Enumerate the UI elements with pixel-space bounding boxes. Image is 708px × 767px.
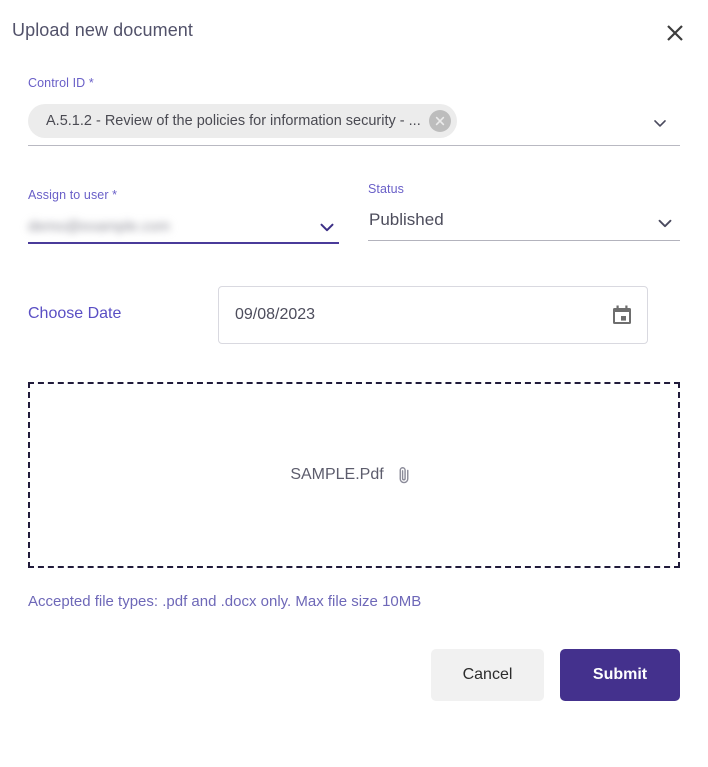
dialog-footer: Cancel Submit — [431, 649, 680, 701]
date-value: 09/08/2023 — [235, 306, 316, 323]
submit-button[interactable]: Submit — [560, 649, 680, 701]
upload-document-dialog: Upload new document Control ID * A.5.1.2… — [0, 0, 708, 767]
choose-date-label: Choose Date — [28, 305, 122, 322]
file-dropzone[interactable]: SAMPLE.Pdf — [28, 382, 680, 568]
status-value: Published — [369, 210, 444, 229]
control-id-chevron-down-icon[interactable] — [648, 111, 672, 135]
status-field: Status Published — [368, 182, 680, 241]
page-title: Upload new document — [12, 20, 194, 40]
status-select[interactable]: Published — [368, 210, 680, 241]
file-type-hint: Accepted file types: .pdf and .docx only… — [28, 593, 422, 610]
circle-close-icon[interactable] — [428, 110, 451, 132]
control-id-select[interactable]: A.5.1.2 - Review of the policies for inf… — [28, 101, 680, 146]
control-id-field: Control ID * A.5.1.2 - Review of the pol… — [28, 76, 680, 146]
uploaded-file-name: SAMPLE.Pdf — [290, 466, 384, 483]
assign-to-user-chevron-down-icon[interactable] — [315, 215, 339, 239]
assign-to-user-select[interactable]: demo@example.com — [28, 216, 339, 244]
control-id-chip-label: A.5.1.2 - Review of the policies for inf… — [46, 113, 421, 129]
cancel-button[interactable]: Cancel — [431, 649, 544, 701]
assign-to-user-field: Assign to user * demo@example.com — [28, 188, 339, 244]
status-label: Status — [368, 182, 405, 196]
calendar-icon[interactable] — [609, 303, 635, 329]
control-id-label: Control ID * — [28, 76, 94, 90]
close-icon — [663, 21, 687, 45]
control-id-chip[interactable]: A.5.1.2 - Review of the policies for inf… — [28, 104, 457, 138]
paperclip-icon — [394, 465, 414, 485]
date-input[interactable]: 09/08/2023 — [218, 286, 648, 344]
status-chevron-down-icon[interactable] — [653, 211, 677, 235]
dialog-header: Upload new document — [0, 0, 708, 64]
assign-to-user-value: demo@example.com — [28, 218, 170, 235]
dropzone-content: SAMPLE.Pdf — [290, 465, 413, 485]
close-button[interactable] — [660, 18, 690, 48]
assign-to-user-label: Assign to user * — [28, 188, 118, 202]
